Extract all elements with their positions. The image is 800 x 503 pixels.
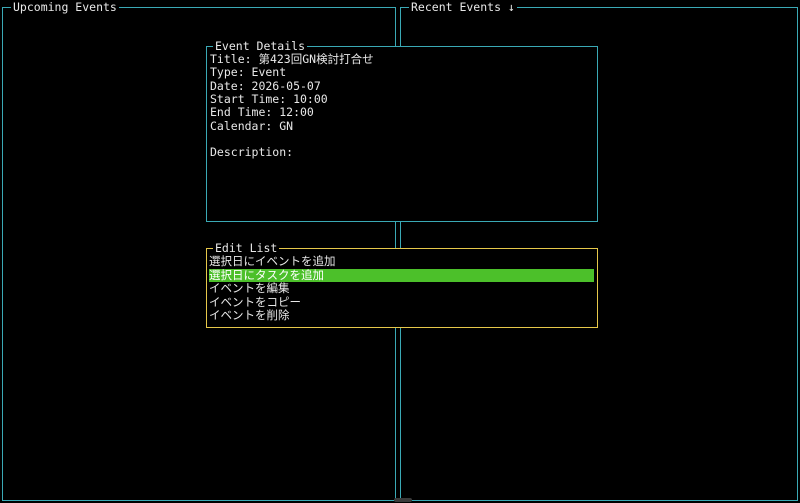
edit-list-panel: Edit List 選択日にイベントを追加 選択日にタスクを追加 イベントを編集 イベ… (206, 241, 598, 328)
event-row[interactable] (401, 363, 797, 376)
event-row[interactable] (401, 376, 797, 389)
event-row[interactable] (401, 402, 797, 415)
event-row[interactable] (3, 12, 395, 25)
event-row[interactable] (3, 337, 395, 350)
edit-list-title: Edit List (213, 241, 280, 255)
event-row[interactable] (401, 467, 797, 480)
event-row[interactable] (3, 376, 395, 389)
event-detail-line: End Time: 12:00 (210, 105, 314, 120)
event-row[interactable] (3, 402, 395, 415)
event-row[interactable] (401, 12, 797, 25)
event-row[interactable] (3, 441, 395, 454)
edit-list-item[interactable]: イベントをコピー (209, 295, 301, 309)
event-row[interactable] (3, 389, 395, 402)
event-row[interactable] (401, 415, 797, 428)
event-row[interactable] (3, 233, 395, 246)
edit-list-item[interactable]: イベントを編集 (209, 282, 290, 295)
resize-handle[interactable] (394, 498, 412, 502)
event-row[interactable] (401, 233, 797, 246)
edit-list-item[interactable]: 選択日にイベントを追加 (209, 255, 336, 268)
event-row[interactable] (3, 25, 395, 38)
event-row[interactable] (401, 25, 797, 38)
event-row[interactable] (3, 350, 395, 363)
event-detail-line: Calendar: GN (210, 118, 294, 133)
event-row[interactable] (401, 350, 797, 363)
event-detail-line: Start Time: 10:00 (210, 91, 328, 106)
event-row[interactable] (401, 454, 797, 467)
event-row[interactable] (401, 441, 797, 454)
event-row[interactable] (3, 363, 395, 376)
edit-list-item[interactable]: 選択日にタスクを追加 (209, 268, 594, 282)
event-detail-line: Description: (210, 145, 294, 160)
event-detail-line: Title: 第423回GN検討打合せ (210, 52, 374, 66)
event-row[interactable] (401, 428, 797, 441)
event-row[interactable] (401, 389, 797, 402)
event-detail-line: Date: 2026-05-07 (210, 78, 321, 93)
event-row[interactable] (3, 454, 395, 467)
edit-list-item[interactable]: イベントを削除 (209, 309, 290, 322)
event-detail-line: Type: Event (210, 65, 287, 80)
event-row[interactable] (3, 428, 395, 441)
event-row[interactable] (3, 415, 395, 428)
event-details-title: Event Details (213, 39, 308, 53)
event-details-panel: Event Details Title: 第423回GN検討打合せ Type: E… (206, 39, 598, 222)
event-row[interactable] (401, 337, 797, 350)
